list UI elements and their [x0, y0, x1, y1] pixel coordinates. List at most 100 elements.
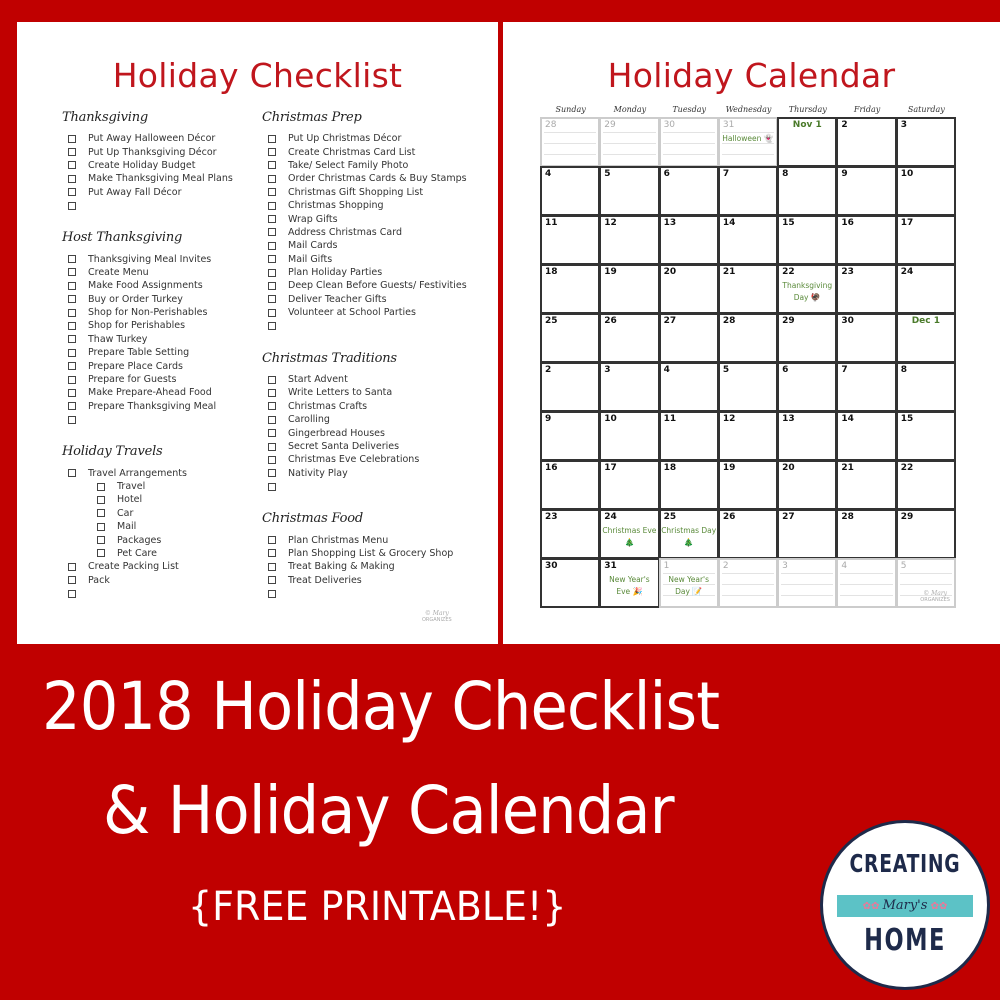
calendar-day-cell[interactable]: 17: [895, 215, 956, 265]
calendar-day-cell[interactable]: 12: [717, 411, 779, 461]
checkbox[interactable]: [97, 482, 105, 491]
checkbox[interactable]: [268, 415, 276, 424]
calendar-day-cell[interactable]: 7: [836, 362, 897, 412]
calendar-day-cell[interactable]: 14: [836, 411, 897, 461]
calendar-day-cell[interactable]: 18: [658, 460, 719, 510]
calendar-day-cell[interactable]: 30: [836, 313, 897, 363]
calendar-day-cell[interactable]: 5: [717, 362, 779, 412]
checkbox[interactable]: [268, 281, 276, 290]
calendar-day-cell[interactable]: 31 New Year's Eve 🎉: [599, 558, 660, 608]
checkbox[interactable]: [268, 388, 276, 397]
calendar-day-cell[interactable]: 6: [658, 166, 719, 216]
checkbox[interactable]: [268, 255, 276, 264]
calendar-day-cell[interactable]: 27: [777, 509, 838, 559]
calendar-day-cell[interactable]: 25: [540, 313, 601, 363]
checkbox[interactable]: [97, 495, 105, 504]
calendar-day-cell[interactable]: 29: [599, 117, 660, 167]
checkbox[interactable]: [268, 268, 276, 277]
checkbox[interactable]: [97, 549, 105, 558]
checkbox[interactable]: [268, 576, 276, 585]
calendar-day-cell[interactable]: 31 Halloween 👻: [717, 117, 779, 167]
checkbox[interactable]: [268, 442, 276, 451]
checkbox[interactable]: [97, 536, 105, 545]
calendar-day-cell[interactable]: 12: [599, 215, 660, 265]
checkbox[interactable]: [268, 215, 276, 224]
checkbox[interactable]: [268, 322, 276, 331]
checkbox[interactable]: [268, 429, 276, 438]
checkbox[interactable]: [268, 228, 276, 237]
checkbox[interactable]: [68, 201, 76, 210]
calendar-day-cell[interactable]: 14: [717, 215, 779, 265]
calendar-day-cell[interactable]: 10: [599, 411, 660, 461]
creating-marys-home-logo[interactable]: CREATING ✿✿ Mary's ✿✿ HOME: [820, 820, 990, 990]
calendar-day-cell[interactable]: 22: [895, 460, 956, 510]
calendar-day-cell[interactable]: 4: [540, 166, 601, 216]
calendar-day-cell[interactable]: 4: [658, 362, 719, 412]
calendar-day-cell[interactable]: 17: [599, 460, 660, 510]
checkbox[interactable]: [268, 188, 276, 197]
checkbox[interactable]: [268, 589, 276, 598]
checkbox[interactable]: [268, 402, 276, 411]
checkbox[interactable]: [268, 308, 276, 317]
calendar-day-cell[interactable]: 2: [540, 362, 601, 412]
calendar-day-cell[interactable]: 13: [777, 411, 838, 461]
calendar-day-cell[interactable]: Dec 1: [895, 313, 956, 363]
calendar-day-cell[interactable]: 4: [836, 558, 897, 608]
checkbox[interactable]: [68, 576, 76, 585]
checkbox[interactable]: [268, 455, 276, 464]
checkbox[interactable]: [268, 536, 276, 545]
calendar-day-cell[interactable]: 2: [717, 558, 779, 608]
calendar-day-cell[interactable]: 11: [540, 215, 601, 265]
checkbox[interactable]: [68, 134, 76, 143]
calendar-day-cell[interactable]: 9: [540, 411, 601, 461]
calendar-day-cell[interactable]: 23: [540, 509, 601, 559]
checkbox[interactable]: [68, 362, 76, 371]
calendar-day-cell[interactable]: 3: [895, 117, 956, 167]
calendar-day-cell[interactable]: 30: [658, 117, 719, 167]
calendar-day-cell[interactable]: 16: [836, 215, 897, 265]
calendar-day-cell[interactable]: 5 © Mary ORGANIZES: [895, 558, 956, 608]
checkbox[interactable]: [68, 589, 76, 598]
calendar-day-cell[interactable]: 11: [658, 411, 719, 461]
calendar-day-cell[interactable]: 21: [836, 460, 897, 510]
calendar-day-cell[interactable]: 15: [777, 215, 838, 265]
checkbox[interactable]: [68, 469, 76, 478]
calendar-day-cell[interactable]: 16: [540, 460, 601, 510]
calendar-day-cell[interactable]: 8: [895, 362, 956, 412]
calendar-day-cell[interactable]: 23: [836, 264, 897, 314]
calendar-day-cell[interactable]: Nov 1: [777, 117, 838, 167]
calendar-day-cell[interactable]: 26: [717, 509, 779, 559]
checkbox[interactable]: [68, 268, 76, 277]
calendar-day-cell[interactable]: 8: [777, 166, 838, 216]
checkbox[interactable]: [97, 509, 105, 518]
calendar-day-cell[interactable]: 1 New Year's Day 📝: [658, 558, 719, 608]
checkbox[interactable]: [268, 174, 276, 183]
checkbox[interactable]: [68, 148, 76, 157]
calendar-day-cell[interactable]: 15: [895, 411, 956, 461]
checkbox[interactable]: [68, 174, 76, 183]
calendar-day-cell[interactable]: 21: [717, 264, 779, 314]
calendar-day-cell[interactable]: 2: [836, 117, 897, 167]
checkbox[interactable]: [68, 562, 76, 571]
calendar-day-cell[interactable]: 3: [777, 558, 838, 608]
checkbox[interactable]: [97, 522, 105, 531]
calendar-day-cell[interactable]: 19: [599, 264, 660, 314]
checkbox[interactable]: [268, 375, 276, 384]
checkbox[interactable]: [68, 321, 76, 330]
checkbox[interactable]: [68, 255, 76, 264]
checkbox[interactable]: [68, 375, 76, 384]
checkbox[interactable]: [68, 281, 76, 290]
checkbox[interactable]: [268, 201, 276, 210]
calendar-day-cell[interactable]: 10: [895, 166, 956, 216]
checkbox[interactable]: [268, 161, 276, 170]
calendar-day-cell[interactable]: 25 Christmas Day 🎄: [658, 509, 719, 559]
calendar-day-cell[interactable]: 24 Christmas Eve 🎄: [599, 509, 660, 559]
calendar-day-cell[interactable]: 7: [717, 166, 779, 216]
checkbox[interactable]: [68, 188, 76, 197]
calendar-day-cell[interactable]: 28: [717, 313, 779, 363]
calendar-day-cell[interactable]: 6: [777, 362, 838, 412]
calendar-day-cell[interactable]: 29: [895, 509, 956, 559]
calendar-day-cell[interactable]: 29: [777, 313, 838, 363]
checkbox[interactable]: [68, 402, 76, 411]
checkbox[interactable]: [68, 415, 76, 424]
